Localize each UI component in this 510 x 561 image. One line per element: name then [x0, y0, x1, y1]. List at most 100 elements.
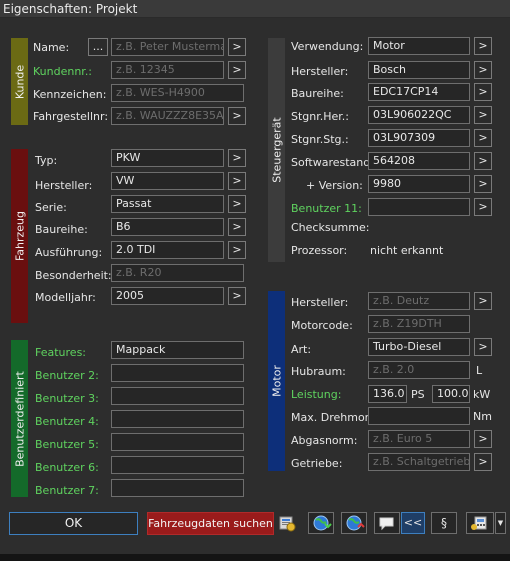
- sg-baureihe-field[interactable]: EDC17CP14: [368, 83, 470, 101]
- properties-dialog: Kunde Name: ... z.B. Peter Mustermann > …: [0, 18, 510, 554]
- art-arrow-button[interactable]: >: [474, 338, 492, 356]
- getriebe-arrow-button[interactable]: >: [474, 453, 492, 471]
- globe-download-button[interactable]: [308, 512, 334, 534]
- mot-hersteller-arrow-button[interactable]: >: [474, 292, 492, 310]
- ausfuehrung-field[interactable]: 2.0 TDI: [111, 241, 224, 259]
- typ-field[interactable]: PKW: [111, 149, 224, 167]
- verwendung-label: Verwendung:: [291, 40, 364, 53]
- stgnr-her-field[interactable]: 03L906022QC: [368, 106, 470, 124]
- stgnr-stg-label: Stgnr.Stg.:: [291, 133, 349, 146]
- getriebe-label: Getriebe:: [291, 457, 343, 470]
- benutzer5-label: Benutzer 5:: [35, 438, 99, 451]
- modelljahr-field[interactable]: 2005: [111, 287, 224, 305]
- motorcode-field[interactable]: z.B. Z19DTH: [368, 315, 470, 333]
- drehmom-field[interactable]: [368, 407, 470, 425]
- sg-hersteller-label: Hersteller:: [291, 65, 349, 78]
- softwarestand-field[interactable]: 564208: [368, 152, 470, 170]
- name-browse-button[interactable]: ...: [88, 38, 108, 56]
- chevron-down-icon: ▼: [497, 519, 504, 527]
- fz-baureihe-field[interactable]: B6: [111, 218, 224, 236]
- verwendung-field[interactable]: Motor: [368, 37, 470, 55]
- abgasnorm-field[interactable]: z.B. Euro 5: [368, 430, 470, 448]
- name-field[interactable]: z.B. Peter Mustermann: [111, 38, 224, 56]
- benutzer11-arrow-button[interactable]: >: [474, 198, 492, 216]
- comment-button[interactable]: [374, 512, 400, 534]
- fz-hersteller-field[interactable]: VW: [111, 172, 224, 190]
- version-arrow-button[interactable]: >: [474, 175, 492, 193]
- mot-hersteller-field[interactable]: z.B. Deutz: [368, 292, 470, 310]
- section-label-fahrzeug: Fahrzeug: [13, 210, 26, 262]
- fz-baureihe-arrow-button[interactable]: >: [228, 218, 246, 236]
- ausfuehrung-arrow-button[interactable]: >: [228, 241, 246, 259]
- features-field[interactable]: Mappack: [111, 341, 244, 359]
- dropdown-arrow-button[interactable]: ▼: [495, 512, 506, 534]
- benutzer4-field[interactable]: [111, 410, 244, 428]
- name-arrow-button[interactable]: >: [228, 38, 246, 56]
- globe-download-icon: [313, 515, 332, 531]
- verwendung-arrow-button[interactable]: >: [474, 37, 492, 55]
- fz-hersteller-arrow-button[interactable]: >: [228, 172, 246, 190]
- globe-upload-button[interactable]: [341, 512, 367, 534]
- name-label: Name:: [33, 41, 70, 54]
- benutzer6-field[interactable]: [111, 456, 244, 474]
- checksumme-label: Checksumme:: [291, 221, 370, 234]
- modelljahr-arrow-button[interactable]: >: [228, 287, 246, 305]
- globe-upload-icon: [346, 515, 365, 531]
- ps-unit: PS: [411, 388, 425, 401]
- benutzer2-field[interactable]: [111, 364, 244, 382]
- benutzer2-label: Benutzer 2:: [35, 369, 99, 382]
- kundennr-field[interactable]: z.B. 12345: [111, 61, 224, 79]
- sg-baureihe-label: Baureihe:: [291, 87, 344, 100]
- mot-hersteller-label: Hersteller:: [291, 296, 349, 309]
- abgasnorm-arrow-button[interactable]: >: [474, 430, 492, 448]
- hubraum-label: Hubraum:: [291, 365, 346, 378]
- serie-arrow-button[interactable]: >: [228, 195, 246, 213]
- stgnr-her-arrow-button[interactable]: >: [474, 106, 492, 124]
- collapse-button[interactable]: <<: [401, 512, 425, 534]
- prozessor-label: Prozessor:: [291, 244, 348, 257]
- benutzer7-field[interactable]: [111, 479, 244, 497]
- benutzer11-field[interactable]: [368, 198, 470, 216]
- art-field[interactable]: Turbo-Diesel: [368, 338, 470, 356]
- serie-field[interactable]: Passat: [111, 195, 224, 213]
- version-field[interactable]: 9980: [368, 175, 470, 193]
- ok-button[interactable]: OK: [9, 512, 138, 535]
- softwarestand-arrow-button[interactable]: >: [474, 152, 492, 170]
- fahrgestellnr-arrow-button[interactable]: >: [228, 107, 246, 125]
- leistung-ps-field[interactable]: 136.0: [368, 385, 407, 403]
- motorcode-label: Motorcode:: [291, 319, 353, 332]
- kw-unit: kW: [473, 388, 491, 401]
- benutzer5-field[interactable]: [111, 433, 244, 451]
- leistung-kw-field[interactable]: 100.0: [432, 385, 470, 403]
- vehicle-database-button[interactable]: [275, 512, 299, 535]
- section-bar-steuergeraet: Steuergerät: [268, 38, 285, 262]
- kundennr-label: Kundennr.:: [33, 65, 93, 78]
- section-label-motor: Motor: [270, 365, 283, 397]
- sg-baureihe-arrow-button[interactable]: >: [474, 83, 492, 101]
- benutzer3-field[interactable]: [111, 387, 244, 405]
- besonderheit-field[interactable]: z.B. R20: [111, 264, 244, 282]
- paragraph-button[interactable]: §: [431, 512, 457, 534]
- sg-hersteller-arrow-button[interactable]: >: [474, 61, 492, 79]
- stgnr-stg-arrow-button[interactable]: >: [474, 129, 492, 147]
- version-label: + Version:: [306, 179, 363, 192]
- kundennr-arrow-button[interactable]: >: [228, 61, 246, 79]
- typ-arrow-button[interactable]: >: [228, 149, 246, 167]
- hubraum-field[interactable]: z.B. 2.0: [368, 361, 470, 379]
- stgnr-stg-field[interactable]: 03L907309: [368, 129, 470, 147]
- section-label-steuergeraet: Steuergerät: [270, 117, 283, 183]
- abgasnorm-label: Abgasnorm:: [291, 434, 358, 447]
- kennzeichen-field[interactable]: z.B. WES-H4900: [111, 84, 244, 102]
- benutzer7-label: Benutzer 7:: [35, 484, 99, 497]
- fahrgestellnr-field[interactable]: z.B. WAUZZZ8E35A235: [111, 107, 224, 125]
- getriebe-field[interactable]: z.B. Schaltgetriebe: [368, 453, 470, 471]
- section-bar-fahrzeug: Fahrzeug: [11, 149, 28, 323]
- fz-baureihe-label: Baureihe:: [35, 223, 88, 236]
- sg-hersteller-field[interactable]: Bosch: [368, 61, 470, 79]
- background-strip: [0, 554, 510, 561]
- hubraum-unit: L: [476, 364, 483, 377]
- section-bar-motor: Motor: [268, 291, 285, 471]
- fahrzeugdaten-suchen-button[interactable]: Fahrzeugdaten suchen: [147, 512, 274, 535]
- calculator-menu-button[interactable]: [466, 512, 494, 534]
- features-label: Features:: [35, 346, 87, 359]
